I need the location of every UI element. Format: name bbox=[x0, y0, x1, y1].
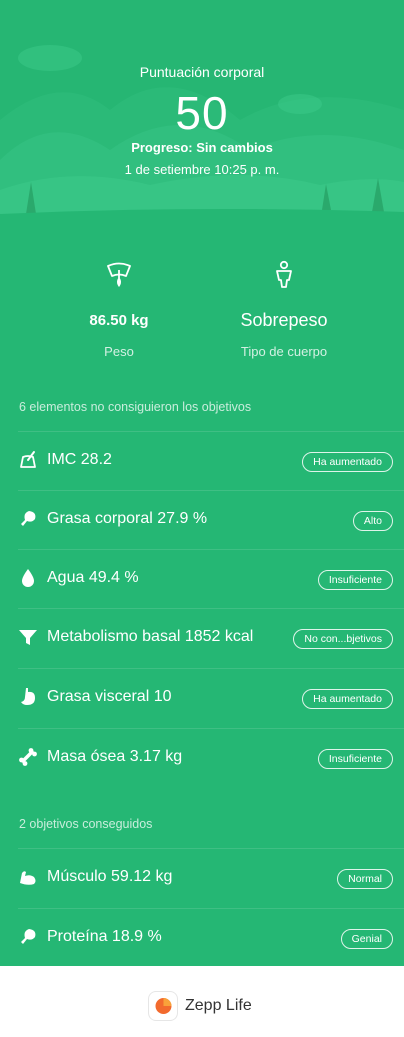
metric-text: Grasa visceral 10 bbox=[47, 688, 172, 705]
metric-row-protein[interactable]: Proteína 18.9 % Genial bbox=[18, 908, 404, 968]
muscle-arm-icon bbox=[20, 871, 36, 885]
metric-text: Proteína 18.9 % bbox=[47, 928, 162, 945]
status-badge: Insuficiente bbox=[317, 749, 393, 769]
zepp-life-logo bbox=[149, 992, 177, 1020]
metric-text: Agua 49.4 % bbox=[47, 569, 139, 586]
metric-text: Grasa corporal 27.9 % bbox=[47, 510, 208, 527]
metric-row-body-fat[interactable]: Grasa corporal 27.9 % Alto bbox=[18, 490, 404, 550]
metric-row-muscle[interactable]: Músculo 59.12 kg Normal bbox=[18, 848, 404, 908]
unmet-section-label: 6 elementos no consiguieron los objetivo… bbox=[19, 400, 252, 414]
status-badge: Ha aumentado bbox=[302, 452, 393, 472]
metric-row-visceral-fat[interactable]: Grasa visceral 10 Ha aumentado bbox=[18, 668, 404, 728]
status-badge: No con...bjetivos bbox=[293, 629, 393, 649]
metric-row-bone-mass[interactable]: Masa ósea 3.17 kg Insuficiente bbox=[18, 728, 404, 788]
protein-drumstick-icon bbox=[21, 929, 36, 944]
status-badge: Genial bbox=[340, 929, 393, 949]
bmi-icon bbox=[20, 451, 36, 468]
body-type-value: Sobrepeso bbox=[240, 310, 328, 330]
measurement-date: 1 de setiembre 10:25 p. m. bbox=[124, 162, 280, 177]
metric-row-bmi[interactable]: IMC 28.2 Ha aumentado bbox=[18, 431, 404, 491]
header: Puntuación corporal 50 Progreso: Sin cam… bbox=[0, 0, 404, 222]
status-badge: Alto bbox=[352, 511, 393, 531]
page-title: Puntuación corporal bbox=[139, 64, 265, 80]
footer: Zepp Life bbox=[0, 966, 404, 1037]
stomach-icon bbox=[21, 688, 35, 705]
metric-text: Metabolismo basal 1852 kcal bbox=[47, 628, 254, 645]
progress-status: Progreso: Sin cambios bbox=[131, 140, 273, 155]
water-drop-icon bbox=[22, 569, 34, 587]
metric-row-water[interactable]: Agua 49.4 % Insuficiente bbox=[18, 549, 404, 609]
bone-icon bbox=[19, 748, 37, 766]
status-badge: Normal bbox=[337, 869, 393, 889]
brand-name: Zepp Life bbox=[185, 997, 252, 1014]
metric-text: IMC 28.2 bbox=[47, 451, 112, 468]
met-section-label: 2 objetivos conseguidos bbox=[19, 817, 153, 831]
body-type-icon bbox=[276, 260, 292, 288]
scale-icon bbox=[107, 262, 131, 287]
metabolism-funnel-icon bbox=[19, 630, 37, 645]
metric-text: Músculo 59.12 kg bbox=[47, 868, 173, 885]
metric-row-metabolism[interactable]: Metabolismo basal 1852 kcal No con...bje… bbox=[18, 608, 404, 668]
body-score: 50 bbox=[175, 87, 229, 139]
status-badge: Insuficiente bbox=[317, 570, 393, 590]
metric-text: Masa ósea 3.17 kg bbox=[47, 748, 183, 765]
body-fat-icon bbox=[21, 511, 36, 526]
status-badge: Ha aumentado bbox=[302, 689, 393, 709]
body-type-label: Tipo de cuerpo bbox=[240, 344, 328, 359]
